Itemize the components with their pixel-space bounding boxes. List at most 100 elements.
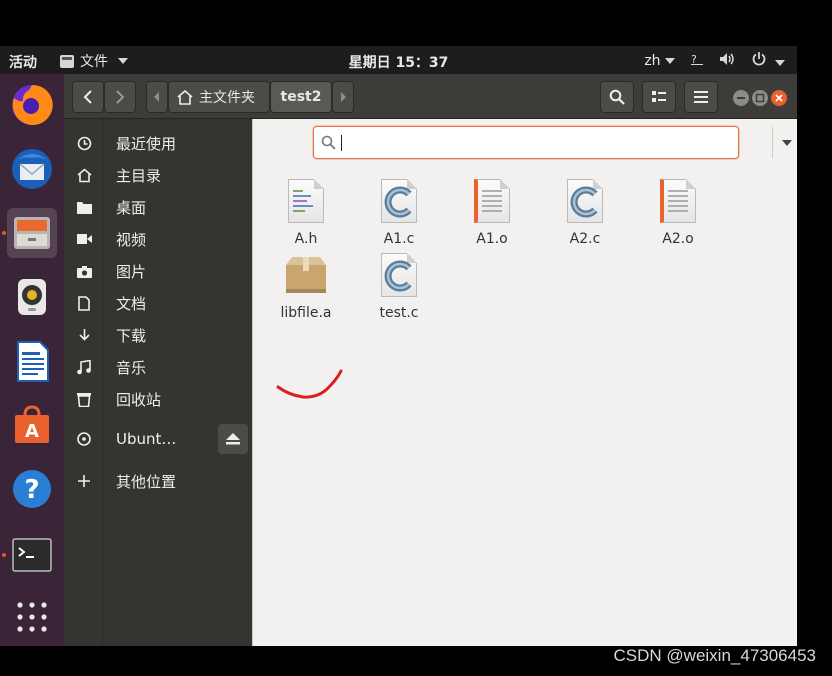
c-source-icon <box>561 177 609 227</box>
forward-button[interactable] <box>104 81 136 113</box>
minimize-button[interactable] <box>733 90 749 106</box>
file-name: libfile.a <box>280 305 332 321</box>
file-item[interactable]: A2.c <box>542 177 628 247</box>
search-input[interactable] <box>342 133 702 153</box>
header-bar: 主文件夹 test2 <box>64 74 797 119</box>
breadcrumb-home[interactable]: 主文件夹 <box>168 81 270 113</box>
sidebar-item-label: 最近使用 <box>116 134 177 153</box>
chevron-down-icon <box>781 139 792 146</box>
writer-icon <box>17 341 49 382</box>
clock[interactable]: 星期日 15：37 <box>349 55 449 71</box>
sidebar-item-desktop[interactable]: 桌面 <box>64 192 252 222</box>
sidebar-item-pictures[interactable]: 图片 <box>64 256 252 286</box>
file-item[interactable]: A1.o <box>449 177 535 247</box>
scroll-right-icon <box>341 92 346 102</box>
breadcrumb-current-label: test2 <box>280 89 322 105</box>
sidebar-item-label: 视频 <box>116 230 147 249</box>
file-name: A.h <box>294 231 318 247</box>
sidebar-item-other-locations[interactable]: 其他位置 <box>64 466 252 496</box>
file-item[interactable]: A1.c <box>356 177 442 247</box>
file-item[interactable]: A.h <box>263 177 349 247</box>
launcher-dock: A ? <box>0 74 64 646</box>
sidebar-item-label: 图片 <box>116 262 147 281</box>
sidebar-item-documents[interactable]: 文档 <box>64 288 252 318</box>
top-panel: 活动 文件 星期日 15：37 zh ? <box>0 46 797 74</box>
menu-button[interactable] <box>684 81 718 113</box>
input-method-menu[interactable]: zh <box>644 53 675 69</box>
red-underline-annotation <box>276 369 343 399</box>
trash-icon <box>76 391 92 407</box>
firefox-launcher[interactable] <box>7 80 57 130</box>
path-scroll-right[interactable] <box>332 81 354 113</box>
software-launcher[interactable]: A <box>7 400 57 450</box>
file-item[interactable]: libfile.a <box>263 251 349 321</box>
maximize-icon <box>755 93 765 103</box>
c-source-icon <box>375 251 423 301</box>
document-icon <box>76 295 92 311</box>
sidebar-item-videos[interactable]: 视频 <box>64 224 252 254</box>
file-name: A1.o <box>476 231 508 247</box>
desktop-screen: 活动 文件 星期日 15：37 zh ? A ? 主文件夹 test2 最近使用… <box>0 46 797 646</box>
file-name: A2.c <box>569 231 601 247</box>
show-apps-button[interactable] <box>7 592 57 642</box>
volume-icon[interactable] <box>719 52 737 70</box>
software-icon: A <box>15 405 49 443</box>
header-file-icon <box>282 177 330 227</box>
folder-icon <box>76 199 92 215</box>
video-icon <box>76 231 92 247</box>
breadcrumb-current[interactable]: test2 <box>270 81 332 113</box>
home-icon <box>76 167 92 183</box>
sidebar-item-label: 音乐 <box>116 358 147 377</box>
eject-button[interactable] <box>218 424 248 454</box>
rhythmbox-launcher[interactable] <box>7 272 57 322</box>
chevron-down-icon <box>664 58 675 64</box>
chevron-right-icon <box>116 90 125 104</box>
chevron-down-icon <box>775 60 785 66</box>
sidebar-item-home[interactable]: 主目录 <box>64 160 252 190</box>
input-method-label: zh <box>644 53 661 69</box>
back-button[interactable] <box>72 81 104 113</box>
sidebar-item-ubuntu-disc[interactable]: Ubunt… <box>64 424 252 454</box>
svg-text:?: ? <box>24 475 39 505</box>
running-indicator <box>2 231 6 235</box>
file-item[interactable]: A2.o <box>635 177 721 247</box>
firefox-icon <box>12 84 53 125</box>
sidebar-item-music[interactable]: 音乐 <box>64 352 252 382</box>
activities-button[interactable]: 活动 <box>9 52 37 72</box>
network-icon[interactable]: ? <box>689 52 705 70</box>
writer-launcher[interactable] <box>7 336 57 386</box>
sidebar-item-label: 主目录 <box>116 166 162 185</box>
view-toggle-button[interactable] <box>642 81 676 113</box>
help-icon: ? <box>13 470 51 508</box>
app-menu-label: 文件 <box>80 54 108 70</box>
app-menu[interactable]: 文件 <box>60 51 128 71</box>
search-bar <box>313 126 792 159</box>
minimize-icon <box>737 97 745 99</box>
music-icon <box>76 359 92 375</box>
sidebar-item-label: Ubunt… <box>116 430 177 448</box>
plus-icon <box>76 473 92 489</box>
terminal-launcher[interactable] <box>2 530 57 580</box>
file-name: test.c <box>379 305 419 321</box>
file-item[interactable]: test.c <box>356 251 442 321</box>
chevron-left-icon <box>83 90 92 104</box>
sidebar-item-label: 其他位置 <box>116 472 177 491</box>
file-manager-window: 主文件夹 test2 最近使用 主目录 桌面 视频 图片 文档 下载 音乐 回收… <box>64 74 797 646</box>
camera-icon <box>76 263 92 279</box>
close-button[interactable] <box>771 90 787 106</box>
help-launcher[interactable]: ? <box>7 464 57 514</box>
files-launcher[interactable] <box>2 208 57 258</box>
list-view-icon <box>652 91 666 102</box>
path-scroll-left[interactable] <box>146 81 168 113</box>
search-button[interactable] <box>600 81 634 113</box>
thunderbird-launcher[interactable] <box>7 144 57 194</box>
object-file-icon <box>468 177 516 227</box>
maximize-button[interactable] <box>752 90 768 106</box>
sidebar-item-trash[interactable]: 回收站 <box>64 384 252 414</box>
sidebar-item-recent[interactable]: 最近使用 <box>64 128 252 158</box>
sidebar-item-downloads[interactable]: 下载 <box>64 320 252 350</box>
sidebar-item-label: 下载 <box>116 326 147 345</box>
search-options-button[interactable] <box>772 127 800 158</box>
power-menu[interactable] <box>751 51 785 71</box>
clock-icon <box>76 135 92 151</box>
